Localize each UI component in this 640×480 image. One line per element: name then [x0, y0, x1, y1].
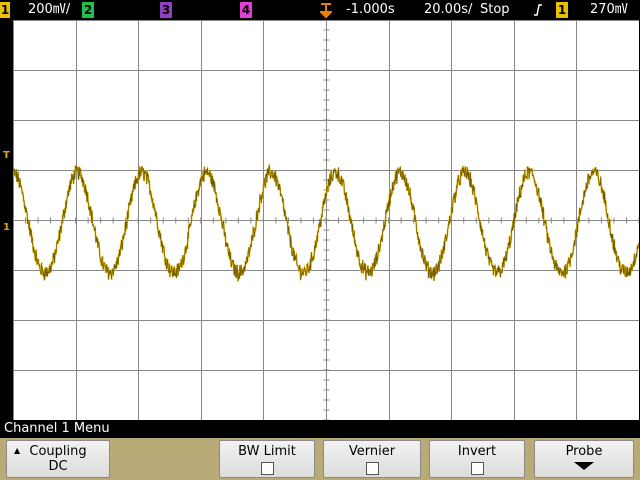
probe-softkey[interactable]: Probe [534, 440, 634, 478]
bw-limit-softkey[interactable]: BW Limit [219, 440, 315, 478]
coupling-label: Coupling [29, 444, 87, 459]
graticule [13, 20, 639, 420]
bw-limit-checkbox[interactable] [260, 462, 274, 475]
coupling-softkey[interactable]: ▲ Coupling DC [6, 440, 110, 478]
cycle-up-icon: ▲ [14, 446, 21, 455]
trigger-level-readout: 270㎷ [590, 2, 628, 17]
trigger-position-marker-icon [318, 2, 334, 19]
run-state: Stop [480, 2, 510, 17]
invert-softkey[interactable]: Invert [429, 440, 525, 478]
trigger-source-badge: 1 [556, 2, 568, 18]
bw-limit-label: BW Limit [238, 444, 296, 459]
waveform-display [13, 20, 639, 420]
rising-edge-icon [532, 2, 544, 18]
status-bar: 1 200㎷/ 2 3 4 -1.000s 20.00s/ Stop 1 270… [0, 0, 640, 20]
time-delay-readout: -1.000s [346, 2, 395, 17]
coupling-value: DC [48, 459, 68, 474]
trigger-level-marker: T [3, 150, 10, 161]
channel-1-scale: 200㎷/ [28, 2, 71, 17]
probe-label: Probe [565, 444, 603, 459]
channel-3-badge[interactable]: 3 [160, 2, 172, 18]
vernier-checkbox[interactable] [365, 462, 379, 475]
timebase-readout: 20.00s/ [424, 2, 473, 17]
vernier-softkey[interactable]: Vernier [323, 440, 421, 478]
invert-label: Invert [457, 444, 497, 459]
channel-1-ground-marker: 1 [3, 222, 10, 233]
channel-1-badge[interactable]: 1 [0, 2, 10, 18]
submenu-down-arrow-icon [574, 462, 594, 470]
softkey-bar: ▲ Coupling DC BW Limit Vernier Invert Pr… [0, 438, 640, 480]
vernier-label: Vernier [348, 444, 396, 459]
invert-checkbox[interactable] [470, 462, 484, 475]
menu-title: Channel 1 Menu [0, 420, 640, 438]
channel-2-badge[interactable]: 2 [82, 2, 94, 18]
channel-4-badge[interactable]: 4 [240, 2, 252, 18]
